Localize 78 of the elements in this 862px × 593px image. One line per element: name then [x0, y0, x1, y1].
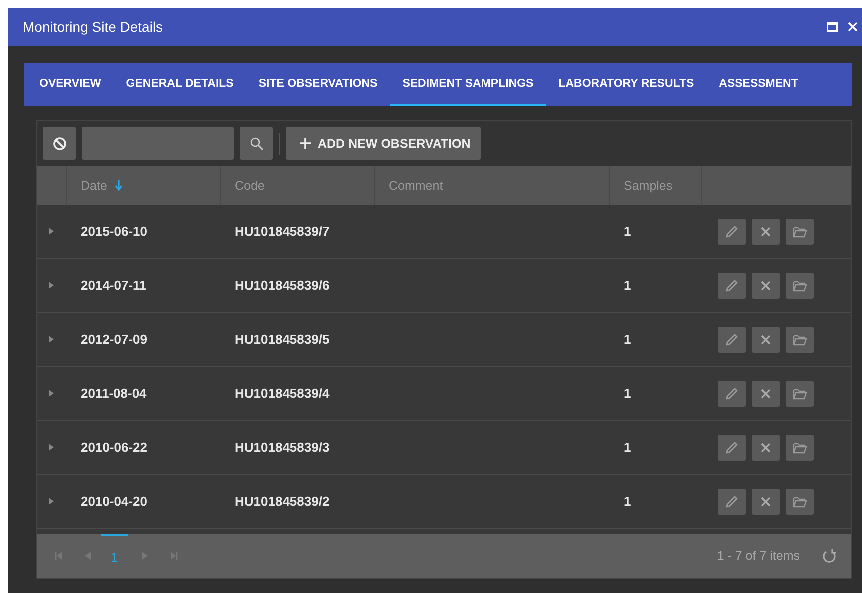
edit-button[interactable] [718, 272, 746, 298]
table-cell: 1 [624, 440, 632, 455]
folder-button[interactable] [786, 380, 814, 406]
window-title: Monitoring Site Details [23, 19, 164, 35]
folder-icon [792, 440, 808, 454]
folder-button[interactable] [786, 434, 814, 460]
folder-button[interactable] [786, 326, 814, 352]
delete-button[interactable] [752, 218, 780, 244]
search-button[interactable] [240, 127, 273, 160]
edit-button[interactable] [718, 488, 746, 514]
close-icon[interactable] [848, 22, 858, 32]
tab[interactable]: ASSESSMENT [706, 63, 811, 106]
expand-icon[interactable] [49, 444, 54, 451]
table-cell: 2015-06-10 [81, 224, 148, 239]
refresh-icon[interactable] [822, 548, 837, 564]
table-cell: 1 [624, 278, 632, 293]
folder-icon [792, 386, 808, 400]
delete-button[interactable] [752, 326, 780, 352]
prohibited-icon [52, 136, 66, 150]
table-cell: 2014-07-11 [81, 278, 147, 293]
table-cell: 2010-06-22 [81, 440, 148, 455]
folder-button[interactable] [786, 218, 814, 244]
cross-icon [760, 442, 772, 454]
expand-icon[interactable] [49, 390, 54, 397]
pencil-icon [724, 440, 740, 456]
table-cell: HU101845839/2 [235, 494, 330, 509]
table-cell: HU101845839/3 [235, 440, 330, 455]
expand-icon[interactable] [49, 228, 54, 235]
table-cell: 2012-07-09 [81, 332, 148, 347]
table-cell: 1 [624, 386, 632, 401]
pencil-icon [724, 494, 740, 510]
folder-icon [792, 332, 808, 346]
table-cell: 1 [624, 224, 632, 239]
folder-icon [792, 224, 808, 238]
pencil-icon [724, 278, 740, 294]
tab[interactable]: GENERAL DETAILS [114, 63, 246, 106]
maximize-icon[interactable] [827, 22, 838, 32]
tab[interactable]: LABORATORY RESULTS [546, 63, 707, 106]
pencil-icon [724, 386, 740, 402]
cross-icon [760, 280, 772, 292]
table-cell: HU101845839/7 [235, 224, 330, 239]
table-cell: HU101845839/4 [235, 386, 330, 401]
pencil-icon [724, 332, 740, 348]
delete-button[interactable] [752, 434, 780, 460]
table-cell: 2010-04-20 [81, 494, 148, 509]
tab[interactable]: OVERVIEW [27, 63, 114, 106]
search-field[interactable] [82, 127, 234, 160]
cross-icon [760, 388, 772, 400]
pencil-icon [724, 224, 740, 240]
table-cell: HU101845839/6 [235, 278, 330, 293]
cross-icon [760, 226, 772, 238]
folder-button[interactable] [786, 488, 814, 514]
edit-button[interactable] [718, 326, 746, 352]
add-observation-button[interactable]: ADD NEW OBSERVATION [286, 127, 481, 160]
plus-icon [300, 138, 311, 149]
folder-button[interactable] [786, 272, 814, 298]
folder-icon [792, 494, 808, 508]
cross-icon [760, 334, 772, 346]
delete-button[interactable] [752, 272, 780, 298]
table-cell: HU101845839/5 [235, 332, 330, 347]
table-cell: 2011-08-04 [81, 386, 147, 401]
edit-button[interactable] [718, 218, 746, 244]
edit-button[interactable] [718, 434, 746, 460]
table-cell: 1 [624, 332, 632, 347]
expand-icon[interactable] [49, 498, 54, 505]
expand-icon[interactable] [49, 282, 54, 289]
expand-icon[interactable] [49, 336, 54, 343]
folder-icon [792, 278, 808, 292]
tab[interactable]: SITE OBSERVATIONS [246, 63, 390, 106]
table-cell: 1 [624, 494, 632, 509]
edit-button[interactable] [718, 380, 746, 406]
search-icon [250, 136, 264, 150]
pager-summary: 1 - 7 of 7 items [717, 549, 800, 563]
delete-button[interactable] [752, 488, 780, 514]
delete-button[interactable] [752, 380, 780, 406]
clear-filter-button[interactable] [43, 127, 76, 160]
cross-icon [760, 496, 772, 508]
tab[interactable]: SEDIMENT SAMPLINGS [390, 63, 546, 106]
